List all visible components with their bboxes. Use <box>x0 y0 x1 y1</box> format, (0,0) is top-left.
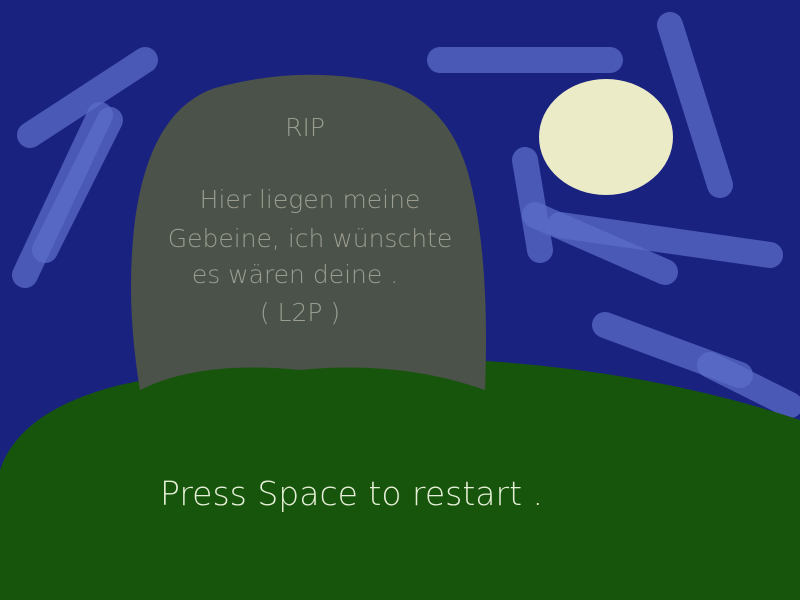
moon <box>539 79 673 195</box>
epitaph-line-1: Hier liegen meine <box>199 185 421 214</box>
epitaph-line-2: Gebeine, ich wünschte <box>167 224 453 253</box>
epitaph-line-4: ( L2P ) <box>259 298 341 327</box>
restart-prompt: Press Space to restart . <box>160 474 543 513</box>
tombstone-title: RIP <box>285 113 325 142</box>
epitaph-line-3: es wären deine . <box>191 260 399 289</box>
